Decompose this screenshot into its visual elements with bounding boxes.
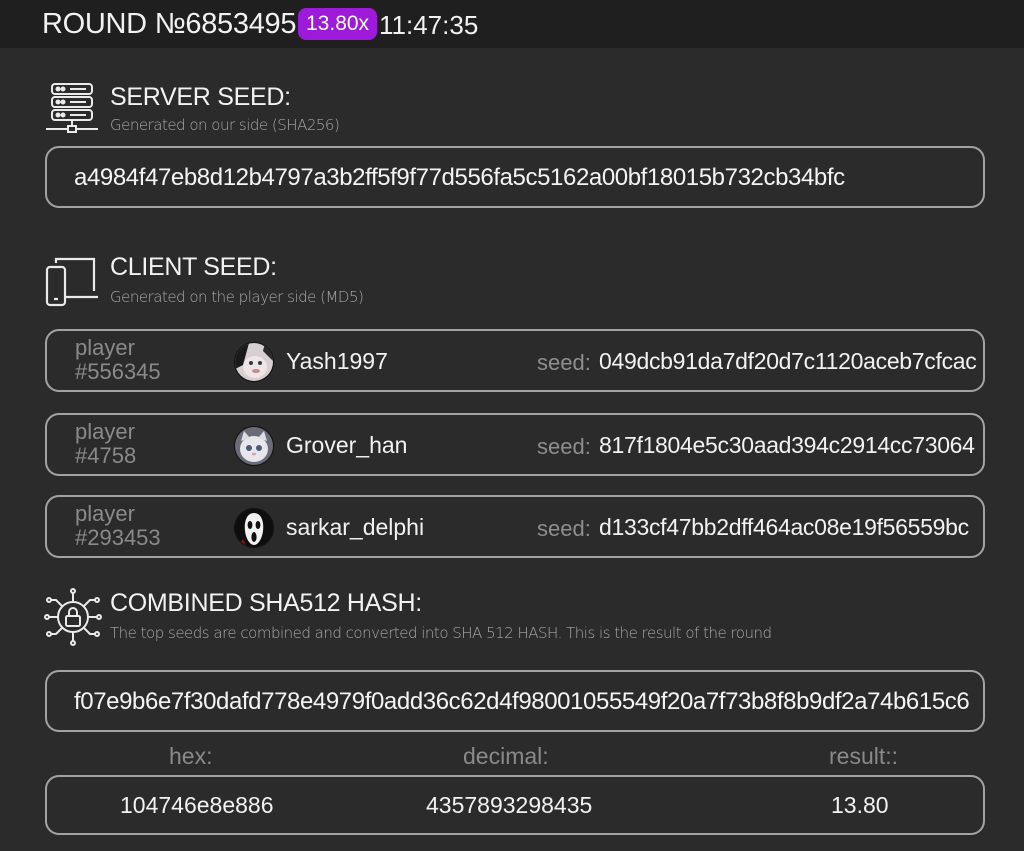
combined-hash-value: f07e9b6e7f30dafd778e4979f0add36c62d4f980… — [74, 688, 970, 715]
player-seed: 049dcb91da7df20d7c1120aceb7cfcac — [599, 348, 977, 374]
avatar — [234, 426, 274, 466]
player-row: player #293453 sarkar_delphi seed: d133c… — [45, 495, 985, 558]
combined-hash-subtitle: The top seeds are combined and converted… — [110, 624, 772, 642]
player-row: player #556345 Yash1997 seed: 049dcb91da… — [45, 329, 985, 392]
client-seed-title: CLIENT SEED: — [110, 253, 277, 281]
seed-label: seed: — [537, 516, 591, 541]
player-seed: 817f1804e5c30aad394c2914cc73064 — [599, 432, 975, 458]
multiplier-badge: 13.80x — [298, 8, 378, 40]
result-label: result:: — [829, 743, 899, 769]
round-title: ROUND №6853495 — [42, 8, 297, 40]
client-seed-subtitle: Generated on the player side (MD5) — [110, 288, 364, 306]
player-label-text: player — [75, 419, 135, 444]
lock-circuit-icon — [44, 588, 102, 646]
server-seed-title: SERVER SEED: — [110, 83, 291, 111]
seed-label: seed: — [537, 350, 591, 375]
round-header: ROUND №6853495 13.80x 11:47:35 — [0, 0, 1024, 48]
result-value: 13.80 — [831, 792, 889, 818]
decimal-value: 4357893298435 — [426, 792, 593, 818]
player-row: player #4758 Grover_han seed: 817f1804e5… — [45, 413, 985, 476]
devices-icon — [45, 257, 98, 307]
combined-hash-box: f07e9b6e7f30dafd778e4979f0add36c62d4f980… — [45, 670, 985, 732]
server-icon — [46, 83, 98, 133]
player-name: Yash1997 — [286, 348, 388, 374]
seed-label: seed: — [537, 434, 591, 459]
hex-value: 104746e8e886 — [120, 792, 274, 818]
player-number: #556345 — [75, 359, 161, 384]
server-seed-value: a4984f47eb8d12b4797a3b2ff5f9f77d556fa5c5… — [74, 164, 845, 191]
combined-hash-title: COMBINED SHA512 HASH: — [110, 589, 422, 617]
result-box: 104746e8e886 4357893298435 13.80 — [45, 775, 985, 835]
player-name: sarkar_delphi — [286, 514, 425, 540]
decimal-label: decimal: — [463, 743, 549, 769]
player-name: Grover_han — [286, 432, 408, 458]
player-number: #293453 — [75, 525, 161, 550]
server-seed-box: a4984f47eb8d12b4797a3b2ff5f9f77d556fa5c5… — [45, 146, 985, 208]
player-number: #4758 — [75, 443, 137, 468]
player-seed: d133cf47bb2dff464ac08e19f56559bc — [599, 514, 969, 540]
player-label: player #4758 — [75, 420, 136, 468]
player-label-text: player — [75, 335, 135, 360]
player-label: player #556345 — [75, 336, 161, 384]
avatar — [234, 508, 274, 548]
server-seed-subtitle: Generated on our side (SHA256) — [110, 116, 340, 134]
hex-label: hex: — [169, 743, 213, 769]
player-label: player #293453 — [75, 502, 161, 550]
avatar — [234, 342, 274, 382]
round-time: 11:47:35 — [379, 10, 479, 40]
player-label-text: player — [75, 501, 135, 526]
